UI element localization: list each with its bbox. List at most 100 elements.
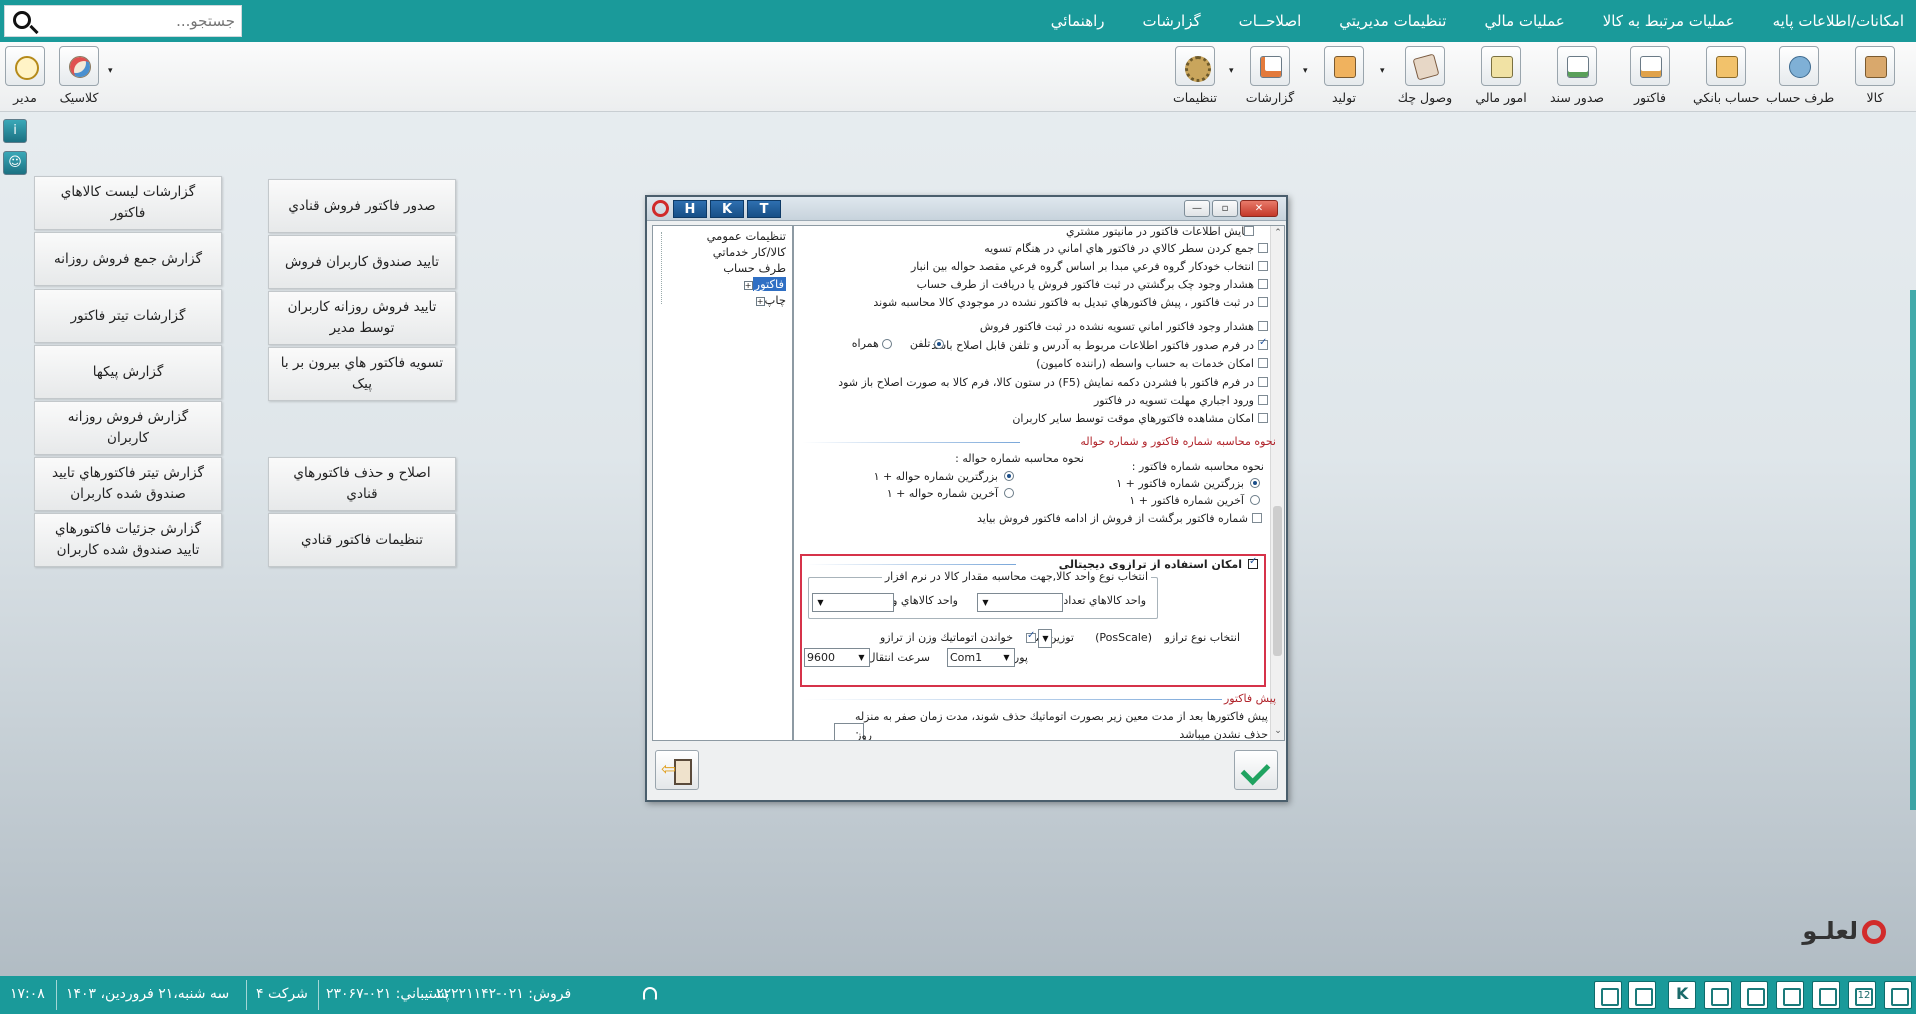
invoice-largest-radio[interactable] <box>1250 478 1260 488</box>
menu-basic-info[interactable]: امکانات/اطلاعات پايه <box>1773 12 1904 30</box>
speed-dropdown[interactable]: 9600 ▼ <box>804 648 870 667</box>
mobile-radio[interactable] <box>882 339 893 349</box>
tool-issue-document[interactable]: صدور سند <box>1544 46 1610 108</box>
close-icon[interactable]: ✕ <box>1240 200 1278 217</box>
calendar-day-icon[interactable] <box>1848 981 1876 1009</box>
chevron-up-icon[interactable]: ⌃ <box>1273 228 1283 238</box>
tool-cheque-collection[interactable]: وصول چك <box>1392 46 1458 108</box>
chevron-down-icon[interactable]: ▾ <box>108 66 116 76</box>
return-option-checkbox[interactable] <box>1252 513 1262 523</box>
menu-financial-operations[interactable]: عمليات مالي <box>1484 12 1564 30</box>
panel-scrollbar[interactable]: ⌃ ⌄ <box>1270 226 1284 740</box>
phone-radio[interactable] <box>934 339 944 349</box>
option-checkbox[interactable] <box>1258 297 1268 307</box>
option-checkbox[interactable] <box>1258 261 1268 271</box>
chart-icon[interactable] <box>1812 981 1840 1009</box>
prefactor-text-line1: پيش فاکتورها بعد از مدت معين زير بصورت ا… <box>854 710 1268 723</box>
chevron-down-icon[interactable]: ▾ <box>1380 66 1388 76</box>
tool-party[interactable]: طرف حساب <box>1766 46 1834 108</box>
exit-button[interactable] <box>655 750 699 790</box>
status-sales: فروش: ۰۲۱-۲۲۲۲۱۱۴۲ <box>436 986 572 1002</box>
plus-icon[interactable]: + <box>743 281 753 290</box>
quick-button-issue-confectionery-invoice[interactable]: صدور فاکتور فروش قنادي <box>268 179 456 233</box>
confirm-button[interactable] <box>1234 750 1278 790</box>
chevron-down-icon[interactable]: ⌄ <box>1273 726 1283 736</box>
invoice-last-radio[interactable] <box>1250 495 1260 505</box>
tree-node-print[interactable]: چاپ+ <box>753 293 786 307</box>
quick-button-cash-approved-titles-report[interactable]: گزارش تيتر فاکتورهاي تاييد صندوق شده کار… <box>34 457 222 511</box>
option-checkbox[interactable] <box>1258 377 1268 387</box>
keyboard-icon[interactable] <box>1668 981 1696 1009</box>
option-checkbox-checked[interactable] <box>1258 337 1268 350</box>
tree-node-general[interactable]: تنظيمات عمومي <box>707 229 786 243</box>
tree-node-goods-services[interactable]: کالا/کار خدماتي <box>713 245 786 259</box>
quick-button-approve-users-cash[interactable]: تاييد صندوق کاربران فروش <box>268 235 456 289</box>
quick-button-invoice-title-reports[interactable]: گزارشات تيتر فاکتور <box>34 289 222 343</box>
option-checkbox[interactable] <box>1258 358 1268 368</box>
calendar-grid-icon[interactable] <box>1884 981 1912 1009</box>
chevron-down-icon[interactable]: ▾ <box>1303 66 1311 76</box>
calculator-icon[interactable] <box>1704 981 1732 1009</box>
info-icon[interactable]: i <box>3 119 27 143</box>
tool-reports[interactable]: گزارشات <box>1237 46 1303 108</box>
dialog-titlebar[interactable]: H K T — ▫ ✕ <box>647 197 1286 221</box>
quick-button-edit-delete-invoices[interactable]: اصلاح و حذف فاکتورهاي قنادي <box>268 457 456 511</box>
quick-button-invoice-goods-list-report[interactable]: گزارشات ليست کالاهاي فاکتور <box>34 176 222 230</box>
auto-read-checkbox[interactable] <box>1026 630 1036 643</box>
scale-type-dropdown[interactable]: ▼ <box>1038 629 1052 648</box>
tool-settings[interactable]: تنظيمات <box>1162 46 1228 108</box>
option-checkbox[interactable] <box>1258 321 1268 331</box>
menu-goods-operations[interactable]: عمليات مرتبط به کالا <box>1603 12 1735 30</box>
quick-button-confectionery-invoice-settings[interactable]: تنظيمات فاکتور قنادي <box>268 513 456 567</box>
quick-button-couriers-report[interactable]: گزارش پيکها <box>34 345 222 399</box>
prefactor-text-line2: حذف نشدن ميباشد <box>1179 728 1268 741</box>
option-checkbox[interactable] <box>1258 243 1268 253</box>
quick-button-cash-approved-details-report[interactable]: گزارش جزئيات فاکتورهاي تاييد صندوق شده ک… <box>34 513 222 567</box>
invoice-icon <box>1630 46 1670 86</box>
hotkey-k-button[interactable]: K <box>710 200 744 218</box>
option-checkbox[interactable] <box>1258 279 1268 289</box>
quick-button-manager-approve-daily-sales[interactable]: تاييد فروش روزانه کاربران توسط مدير <box>268 291 456 345</box>
tree-node-invoice[interactable]: فاکتور+ <box>741 277 786 291</box>
share-icon[interactable] <box>1776 981 1804 1009</box>
phone-radio-group: تلفن همراه <box>852 337 944 350</box>
scale-enable-checkbox[interactable] <box>1248 556 1258 569</box>
status-separator <box>246 980 247 1010</box>
remit-largest-radio[interactable] <box>1004 471 1014 481</box>
option-checkbox[interactable] <box>1258 413 1268 423</box>
phone-icon[interactable] <box>1628 981 1656 1009</box>
quick-button-settle-takeaway-invoices[interactable]: تسويه فاکتور هاي بيرون بر با پيک <box>268 347 456 401</box>
menu-corrections[interactable]: اصلاحــات <box>1239 12 1302 30</box>
search-icon[interactable] <box>13 11 31 29</box>
hotkey-t-button[interactable]: T <box>747 200 781 218</box>
menu-reports[interactable]: گزارشات <box>1143 12 1201 30</box>
quick-button-daily-sales-total-report[interactable]: گزارش جمع فروش روزانه <box>34 232 222 286</box>
tool-manager-user[interactable]: مدير <box>0 46 58 108</box>
restore-icon[interactable]: ▫ <box>1212 200 1238 217</box>
port-dropdown[interactable]: Com1 ▼ <box>947 648 1015 667</box>
menu-help[interactable]: راهنمائي <box>1051 12 1105 30</box>
option-label: هشدار وجود چک برگشتي در ثبت فاکتور فروش … <box>916 278 1254 291</box>
tool-invoice[interactable]: فاکتور <box>1617 46 1683 108</box>
minimize-icon[interactable]: — <box>1184 200 1210 217</box>
tool-production[interactable]: توليد <box>1311 46 1377 108</box>
quick-button-users-daily-sales-report[interactable]: گزارش فروش روزانه کاربران <box>34 401 222 455</box>
search-input[interactable] <box>43 6 239 36</box>
count-unit-dropdown[interactable]: ▼ <box>977 593 1063 612</box>
user-profile-icon[interactable]: ☺ <box>3 151 27 175</box>
option-checkbox[interactable] <box>1244 226 1254 236</box>
tree-node-party[interactable]: طرف حساب <box>723 261 786 275</box>
hotkey-h-button[interactable]: H <box>673 200 707 218</box>
weight-unit-dropdown[interactable]: ▼ <box>812 593 894 612</box>
menu-management-settings[interactable]: تنظيمات مديريتي <box>1339 12 1446 30</box>
calendar-icon[interactable] <box>1594 981 1622 1009</box>
tool-financial-affairs[interactable]: امور مالي <box>1468 46 1534 108</box>
chevron-down-icon[interactable]: ▾ <box>1229 66 1237 76</box>
option-checkbox[interactable] <box>1258 395 1268 405</box>
remit-last-radio[interactable] <box>1004 488 1014 498</box>
notes-icon[interactable] <box>1740 981 1768 1009</box>
tool-bank-account[interactable]: حساب بانکي <box>1693 46 1760 108</box>
tool-goods[interactable]: کالا <box>1842 46 1908 108</box>
scrollbar-thumb[interactable] <box>1273 506 1282 656</box>
plus-icon[interactable]: + <box>755 297 765 306</box>
